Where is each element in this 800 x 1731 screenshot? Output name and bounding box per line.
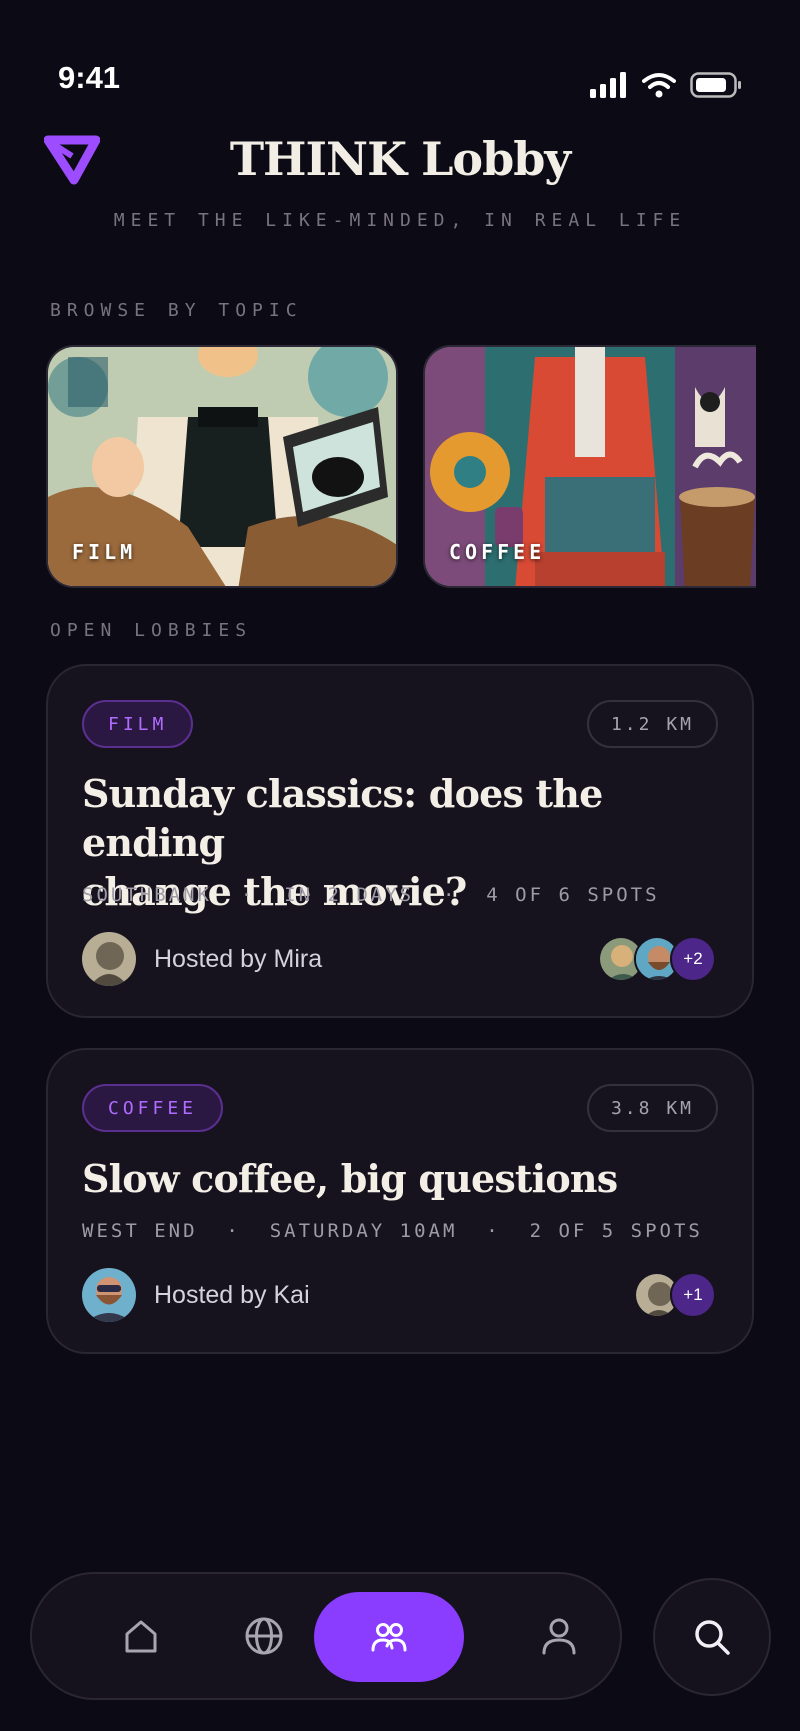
lobby-card[interactable]: FILM 1.2 KM Sunday classics: does the en… <box>46 664 754 1018</box>
lobby-meta: WEST END · SATURDAY 10AM · 2 OF 5 SPOTS <box>82 1220 703 1242</box>
lobby-title-line: Sunday classics: does the ending <box>82 771 603 865</box>
attendee-avatars[interactable]: +1 <box>634 1272 716 1318</box>
lobby-card[interactable]: COFFEE 3.8 KM Slow coffee, big questions… <box>46 1048 754 1354</box>
lobby-title: Slow coffee, big questions <box>82 1154 722 1203</box>
lobby-meta: SOUTHBANK · IN 2 DAYS · 4 OF 6 SPOTS <box>82 884 660 906</box>
more-attendees-badge: +1 <box>670 1272 716 1318</box>
open-section-label: OPEN LOBBIES <box>50 620 253 641</box>
battery-icon <box>690 72 741 98</box>
lobby-topic-tag: COFFEE <box>82 1084 224 1132</box>
host-name: Hosted by Kai <box>154 1280 310 1309</box>
topic-label: COFFEE <box>449 540 546 564</box>
lobby-distance: 1.2 KM <box>586 700 718 748</box>
lobby-title-line: Slow coffee, big questions <box>82 1156 618 1201</box>
topic-carousel[interactable]: FILM COFFEE <box>0 345 756 588</box>
nav-lobbies[interactable] <box>314 1592 464 1682</box>
lobby-host[interactable]: Hosted by Kai <box>82 1268 310 1322</box>
more-attendees-badge: +2 <box>670 936 716 982</box>
host-name: Hosted by Mira <box>154 944 323 973</box>
lobby-topic-tag: FILM <box>82 700 194 748</box>
search-icon <box>695 1620 730 1655</box>
status-icons <box>590 72 742 98</box>
tagline: MEET THE LIKE-MINDED, IN REAL LIFE <box>113 210 687 231</box>
status-bar: 9:41 <box>0 0 800 120</box>
nav-explore[interactable] <box>232 1604 296 1668</box>
topic-card-film[interactable]: FILM <box>46 345 398 588</box>
home-icon <box>125 1620 157 1653</box>
bottom-nav <box>30 1572 622 1700</box>
topic-label: FILM <box>72 540 137 564</box>
people-icon <box>371 1623 407 1652</box>
status-time: 9:41 <box>58 60 121 95</box>
attendee-avatars[interactable]: +2 <box>598 936 716 982</box>
nav-profile[interactable] <box>527 1604 591 1668</box>
browse-section-label: BROWSE BY TOPIC <box>50 300 303 321</box>
wifi-icon <box>642 73 676 98</box>
profile-icon <box>542 1618 576 1655</box>
lobby-distance: 3.8 KM <box>586 1084 718 1132</box>
signal-icon <box>590 72 626 98</box>
host-avatar <box>82 1268 136 1322</box>
topic-card-coffee[interactable]: COFFEE <box>423 345 756 588</box>
nav-home[interactable] <box>109 1604 173 1668</box>
globe-icon <box>245 1617 283 1655</box>
page-title: THINK Lobby <box>229 132 571 186</box>
lobby-host[interactable]: Hosted by Mira <box>82 932 322 986</box>
search-button[interactable] <box>653 1578 771 1696</box>
host-avatar <box>82 932 136 986</box>
